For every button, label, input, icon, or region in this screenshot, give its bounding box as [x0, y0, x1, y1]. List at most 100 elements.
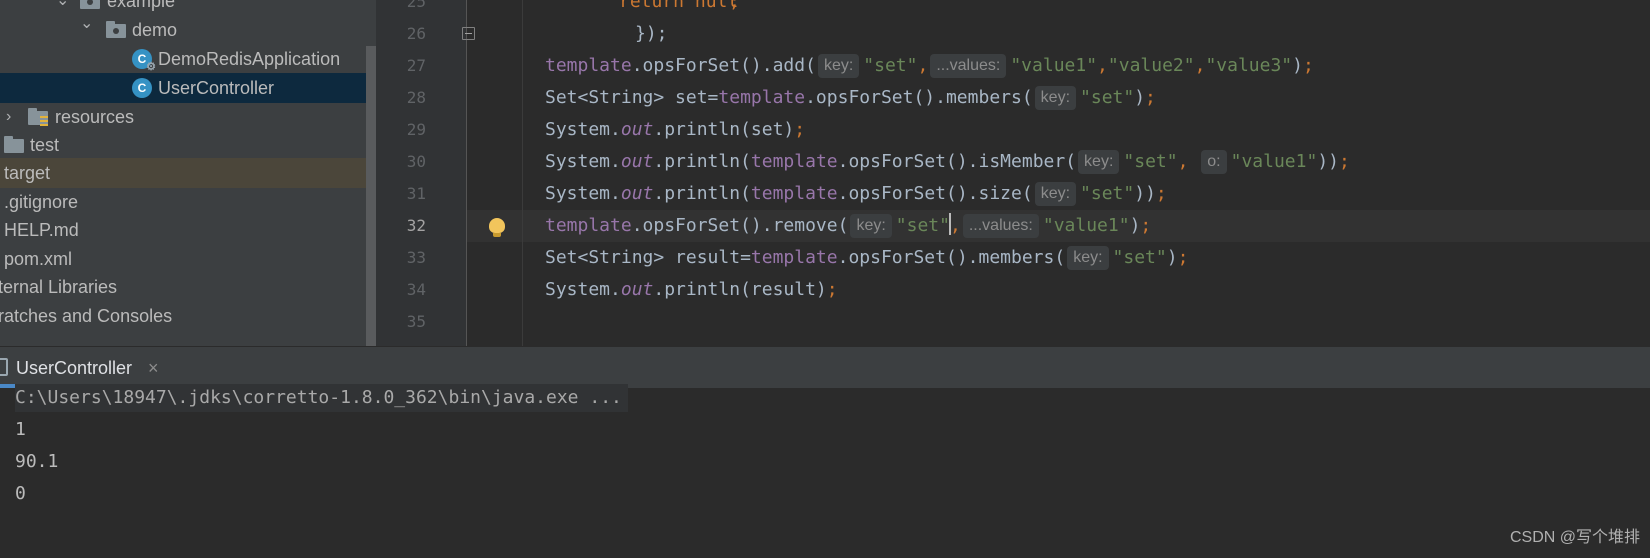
code-line: return null ;: [467, 0, 1650, 18]
code-class: System.: [545, 151, 621, 172]
code-type: Set<String> result=: [545, 247, 751, 268]
tree-item-demo[interactable]: ⌄ demo: [0, 15, 366, 45]
tree-item-gitignore[interactable]: .gitignore: [0, 187, 366, 217]
code-call: .println(: [653, 151, 751, 172]
code-line: template.opsForSet().add(key: "set", ...va…: [467, 50, 1650, 82]
param-hint: ...values:: [962, 214, 1039, 238]
tree-item-pom-xml[interactable]: pom.xml: [0, 244, 366, 274]
code-call: .opsForSet().members(: [805, 87, 1033, 108]
code-string: "set": [863, 55, 918, 76]
line-number: 33: [406, 248, 426, 267]
code-static-field: out: [620, 119, 654, 140]
param-hint: key:: [1034, 86, 1077, 110]
tree-item-label: pom.xml: [4, 249, 73, 269]
project-tree: ⌄ example ⌄ demo C ⚙ DemoRedisApplication…: [0, 0, 376, 346]
code-string: "value1": [1042, 215, 1130, 236]
console-output[interactable]: C:\Users\18947\.jdks\corretto-1.8.0_362\…: [0, 384, 1650, 558]
code-static-field: out: [620, 151, 654, 172]
chevron-down-icon[interactable]: ⌄: [56, 0, 69, 16]
code-keyword: return null: [619, 0, 739, 12]
code-class: System.: [545, 279, 621, 300]
console-output-line: 1: [15, 419, 26, 440]
code-punct: ,: [1194, 55, 1206, 76]
code-call: .opsForSet().isMember(: [837, 151, 1077, 172]
tree-item-demoredisapplication[interactable]: C ⚙ DemoRedisApplication: [0, 44, 366, 74]
code-field: template: [545, 55, 632, 76]
code-string: "set": [1112, 247, 1167, 268]
tree-item-target[interactable]: target: [0, 158, 366, 188]
code-string: "value1": [1010, 55, 1098, 76]
tree-item-usercontroller[interactable]: C UserController: [0, 73, 366, 103]
code-line: System.out.println(set);: [467, 114, 1650, 146]
chevron-right-icon[interactable]: ›: [6, 102, 11, 132]
code-field: template: [718, 87, 806, 108]
code-content: Set<String> result=template.opsForSet().…: [545, 242, 1188, 274]
spring-class-icon: C ⚙: [132, 49, 156, 73]
code-line: System.out.println(template.opsForSet().…: [467, 146, 1650, 178]
code-static-field: out: [620, 183, 654, 204]
code-semicolon: ;: [1140, 215, 1152, 236]
param-hint: key:: [817, 54, 860, 78]
code-line: Set<String> set=template.opsForSet().mem…: [467, 82, 1650, 114]
code-punct: ): [1134, 87, 1146, 108]
project-tree-scrollbar[interactable]: [366, 46, 376, 346]
tree-item-resources[interactable]: › resources: [0, 102, 366, 132]
tree-item-test[interactable]: test: [0, 130, 366, 160]
code-semicolon: ;: [1145, 87, 1156, 108]
watermark: CSDN @写个堆排: [1509, 529, 1640, 546]
param-hint: key:: [1034, 182, 1077, 206]
code-class: System.: [545, 183, 621, 204]
code-semicolon: ;: [1177, 247, 1189, 268]
code-content: System.out.println(result);: [545, 274, 838, 306]
line-number: 26: [406, 24, 426, 43]
code-content: Set<String> set=template.opsForSet().mem…: [545, 82, 1156, 114]
chevron-down-icon[interactable]: ⌄: [80, 9, 93, 39]
code-call: .println(: [653, 183, 751, 204]
lightbulb-icon[interactable]: [489, 218, 505, 238]
tree-item-help-md[interactable]: HELP.md: [0, 215, 366, 245]
tree-item-label: demo: [132, 20, 178, 40]
tree-item-label: example: [107, 0, 176, 11]
close-icon[interactable]: ×: [148, 347, 159, 389]
code-field: template: [750, 183, 838, 204]
class-icon: C: [132, 78, 152, 98]
code-string: "value3": [1205, 55, 1293, 76]
code-punct: ;: [729, 0, 740, 12]
tree-item-label: ratches and Consoles: [0, 306, 173, 326]
console-output-line: 90.1: [15, 451, 59, 472]
tree-item-example[interactable]: ⌄ example: [0, 0, 366, 16]
code-text: });: [635, 23, 668, 44]
console-command-line: C:\Users\18947\.jdks\corretto-1.8.0_362\…: [15, 384, 628, 412]
code-call: .opsForSet().size(: [837, 183, 1033, 204]
tree-item-label: ternal Libraries: [0, 277, 118, 297]
line-number: 31: [406, 184, 426, 203]
code-string: "set": [1080, 87, 1135, 108]
code-field: template: [750, 247, 838, 268]
code-line: Set<String> result=template.opsForSet().…: [467, 242, 1650, 274]
code-call: .opsForSet().remove(: [631, 215, 849, 236]
code-content: System.out.println(template.opsForSet().…: [545, 146, 1350, 178]
code-type: Set<String> set=: [545, 87, 719, 108]
package-icon: [106, 21, 126, 38]
package-icon: [80, 0, 100, 9]
param-hint: key:: [1078, 150, 1120, 174]
console-output-line: 0: [15, 483, 26, 504]
console-icon: [0, 358, 8, 376]
code-punct: )): [1317, 151, 1339, 172]
run-tool-window-header: UserController × :: [0, 346, 1650, 389]
tree-item-external-libraries[interactable]: ternal Libraries: [0, 272, 366, 302]
code-string: "value2": [1107, 55, 1195, 76]
tree-item-label: target: [4, 163, 51, 183]
code-editor[interactable]: return null ; }); template.opsForSet().a…: [467, 0, 1650, 346]
code-string: "value1": [1230, 151, 1318, 172]
tree-item-scratches[interactable]: ratches and Consoles: [0, 301, 366, 331]
code-punct: ,: [1177, 151, 1189, 172]
line-number: 28: [406, 88, 426, 107]
line-number: 34: [406, 280, 426, 299]
code-punct: ): [1166, 247, 1178, 268]
code-semicolon: ;: [826, 279, 838, 300]
code-content: template.opsForSet().remove(key: "set",..…: [545, 210, 1151, 242]
code-semicolon: ;: [794, 119, 806, 140]
code-call: .println(set): [653, 119, 795, 140]
